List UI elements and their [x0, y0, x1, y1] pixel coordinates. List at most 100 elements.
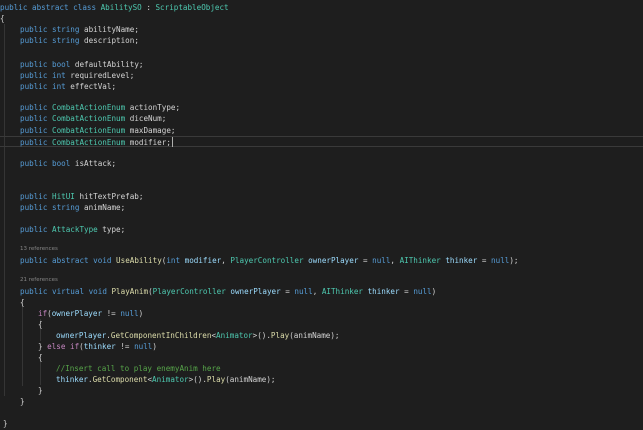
- code-text: public virtual void PlayAnim(PlayerContr…: [20, 286, 436, 297]
- code-token: ownerPlayer: [56, 331, 107, 340]
- code-line[interactable]: public virtual void PlayAnim(PlayerContr…: [0, 286, 643, 297]
- code-token: string: [52, 36, 80, 45]
- code-token: !=: [115, 342, 135, 351]
- code-token: string: [52, 25, 80, 34]
- code-token: ): [152, 342, 157, 351]
- code-line[interactable]: {: [0, 319, 643, 330]
- code-token: public: [20, 60, 48, 69]
- code-token: ): [138, 309, 144, 318]
- code-token: =: [477, 256, 492, 265]
- code-token: type;: [97, 225, 126, 234]
- code-text: public string animName;: [20, 202, 125, 213]
- code-text: public AttackType type;: [20, 224, 125, 235]
- code-token: );: [509, 256, 519, 265]
- code-token: int: [166, 256, 181, 265]
- code-line[interactable]: {: [0, 352, 643, 363]
- code-token: ScriptableObject: [155, 3, 229, 12]
- code-token: PlayAnim: [111, 287, 149, 296]
- code-token: CombatActionEnum: [52, 126, 126, 135]
- code-token: public: [20, 25, 48, 34]
- code-token: GetComponent: [92, 375, 148, 384]
- code-text: public string abilityName;: [20, 24, 139, 35]
- code-token: ): [431, 287, 437, 296]
- code-line[interactable]: public string abilityName;: [0, 24, 643, 35]
- code-line[interactable]: thinker.GetComponent<Animator>().Play(an…: [0, 374, 643, 385]
- code-line[interactable]: public int effectVal;: [0, 81, 643, 92]
- code-line[interactable]: {: [0, 13, 643, 24]
- code-line[interactable]: public bool isAttack;: [0, 158, 643, 169]
- code-token: bool: [52, 159, 71, 168]
- code-token: }: [38, 342, 48, 351]
- code-text: public CombatActionEnum maxDamage;: [20, 125, 175, 136]
- code-token: (animName);: [225, 375, 276, 384]
- code-token: public: [20, 126, 48, 135]
- code-line[interactable]: public string description;: [0, 35, 643, 46]
- code-text: thinker.GetComponent<Animator>().Play(an…: [56, 374, 276, 385]
- code-line[interactable]: public abstract class AbilitySO : Script…: [0, 2, 643, 13]
- code-text: public abstract void UseAbility(int modi…: [20, 255, 519, 266]
- codelens-references[interactable]: 21 references: [20, 276, 643, 284]
- code-line[interactable]: } else if(thinker != null): [0, 341, 643, 352]
- code-token: thinker: [83, 342, 116, 351]
- code-text: ownerPlayer.GetComponentInChildren<Anima…: [56, 330, 340, 341]
- code-line[interactable]: }: [0, 396, 643, 407]
- code-token: public: [20, 159, 48, 168]
- code-text: }: [20, 396, 25, 407]
- code-line[interactable]: }: [0, 385, 643, 396]
- code-line[interactable]: public HitUI hitTextPrefab;: [0, 191, 643, 202]
- code-token: null: [134, 342, 153, 351]
- code-text: public CombatActionEnum actionType;: [20, 102, 180, 113]
- code-token: null: [294, 287, 313, 296]
- code-text: {: [38, 319, 43, 330]
- code-line[interactable]: {: [0, 297, 643, 308]
- code-token: }: [20, 397, 25, 406]
- code-line[interactable]: ownerPlayer.GetComponentInChildren<Anima…: [0, 330, 643, 341]
- code-token: thinker: [445, 256, 478, 265]
- code-token: abstract: [52, 256, 89, 265]
- code-text: public string description;: [20, 35, 139, 46]
- code-line[interactable]: public abstract void UseAbility(int modi…: [0, 255, 643, 266]
- code-text: {: [38, 352, 43, 363]
- code-token: Play: [270, 331, 290, 340]
- code-token: public: [20, 192, 48, 201]
- codelens-references[interactable]: 13 references: [20, 245, 643, 253]
- code-token: Animator: [216, 331, 253, 340]
- code-token: AbilitySO: [100, 3, 142, 12]
- code-token: UseAbility: [116, 256, 162, 265]
- code-text: public bool defaultAbility;: [20, 59, 143, 70]
- code-line[interactable]: public string animName;: [0, 202, 643, 213]
- code-line[interactable]: public AttackType type;: [0, 224, 643, 235]
- code-line[interactable]: public CombatActionEnum actionType;: [0, 102, 643, 113]
- code-token: :: [141, 3, 156, 12]
- code-editor[interactable]: public abstract class AbilitySO : Script…: [0, 0, 643, 430]
- code-token: ,: [312, 287, 322, 296]
- code-token: }: [3, 419, 8, 428]
- code-line[interactable]: public CombatActionEnum diceNum;: [0, 113, 643, 124]
- code-line[interactable]: //Insert call to play enemyAnim here: [0, 363, 643, 374]
- code-token: !=: [102, 309, 121, 318]
- code-line[interactable]: }: [0, 418, 643, 429]
- code-token: ownerPlayer: [51, 309, 103, 318]
- code-token: int: [52, 71, 66, 80]
- code-token: effectVal;: [65, 82, 117, 91]
- code-line[interactable]: if(ownerPlayer != null): [0, 308, 643, 319]
- code-token: {: [0, 14, 5, 23]
- code-token: modifier: [184, 256, 222, 265]
- code-text: public int requiredLevel;: [20, 70, 134, 81]
- code-token: =: [358, 256, 373, 265]
- code-token: public: [20, 71, 48, 80]
- code-text: } else if(thinker != null): [38, 341, 157, 352]
- code-line[interactable]: public CombatActionEnum maxDamage;: [0, 125, 643, 136]
- code-token: CombatActionEnum: [52, 138, 126, 147]
- code-token: Play: [206, 375, 226, 384]
- code-token: virtual: [52, 287, 85, 296]
- code-token: =: [399, 287, 414, 296]
- code-line[interactable]: public int requiredLevel;: [0, 70, 643, 81]
- code-token: null: [372, 256, 391, 265]
- code-token: abstract: [32, 3, 69, 12]
- code-line[interactable]: public CombatActionEnum modifier;: [0, 136, 643, 147]
- code-token: null: [413, 287, 432, 296]
- code-token: string: [52, 203, 80, 212]
- code-token: =: [280, 287, 295, 296]
- code-line[interactable]: public bool defaultAbility;: [0, 59, 643, 70]
